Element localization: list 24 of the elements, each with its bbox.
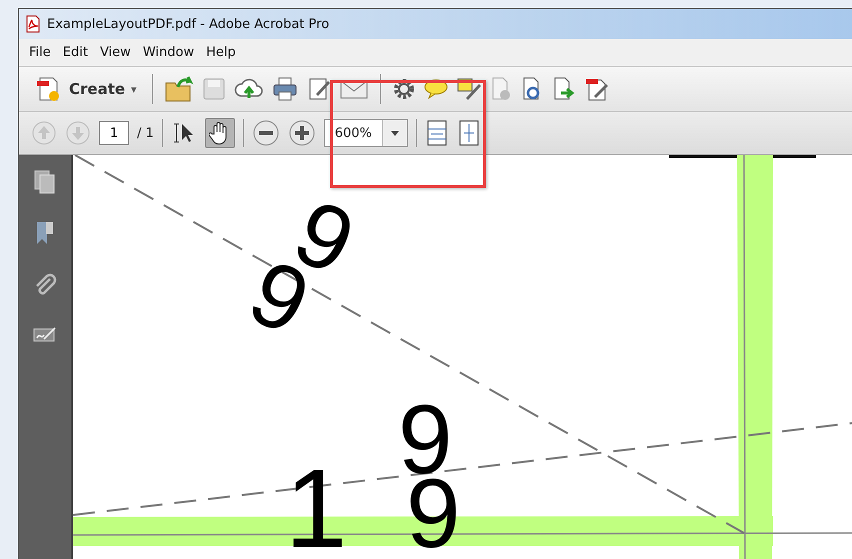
drawing-number: 1 <box>285 446 348 559</box>
menu-item[interactable]: Help <box>200 45 242 60</box>
fit-page-icon[interactable] <box>456 119 481 147</box>
document-sign-icon[interactable] <box>584 76 610 102</box>
fit-width-icon[interactable] <box>424 119 449 147</box>
zoom-out-icon[interactable] <box>252 119 280 147</box>
dropdown-arrow-icon <box>390 130 399 136</box>
menu-item[interactable]: View <box>94 45 137 60</box>
text-pen-icon[interactable] <box>456 76 482 102</box>
create-button[interactable]: Create ▾ <box>31 73 141 105</box>
window-title: ExampleLayoutPDF.pdf - Adobe Acrobat Pro <box>47 16 330 32</box>
pdf-file-icon <box>25 15 41 33</box>
printer-icon[interactable] <box>270 76 299 102</box>
zoom-dropdown[interactable]: 600% <box>324 119 408 147</box>
page-count: / 1 <box>137 126 154 140</box>
zoom-in-icon[interactable] <box>288 119 316 147</box>
hand-tool-button[interactable] <box>204 118 235 148</box>
page-number-field[interactable]: 1 <box>99 121 129 145</box>
menu-item[interactable]: Edit <box>56 45 94 60</box>
comment-icon[interactable] <box>422 77 449 101</box>
gear-icon[interactable] <box>392 77 416 101</box>
menu-item[interactable]: Window <box>136 45 200 60</box>
folder-icon[interactable] <box>164 75 194 103</box>
menu-item[interactable]: File <box>23 45 57 60</box>
